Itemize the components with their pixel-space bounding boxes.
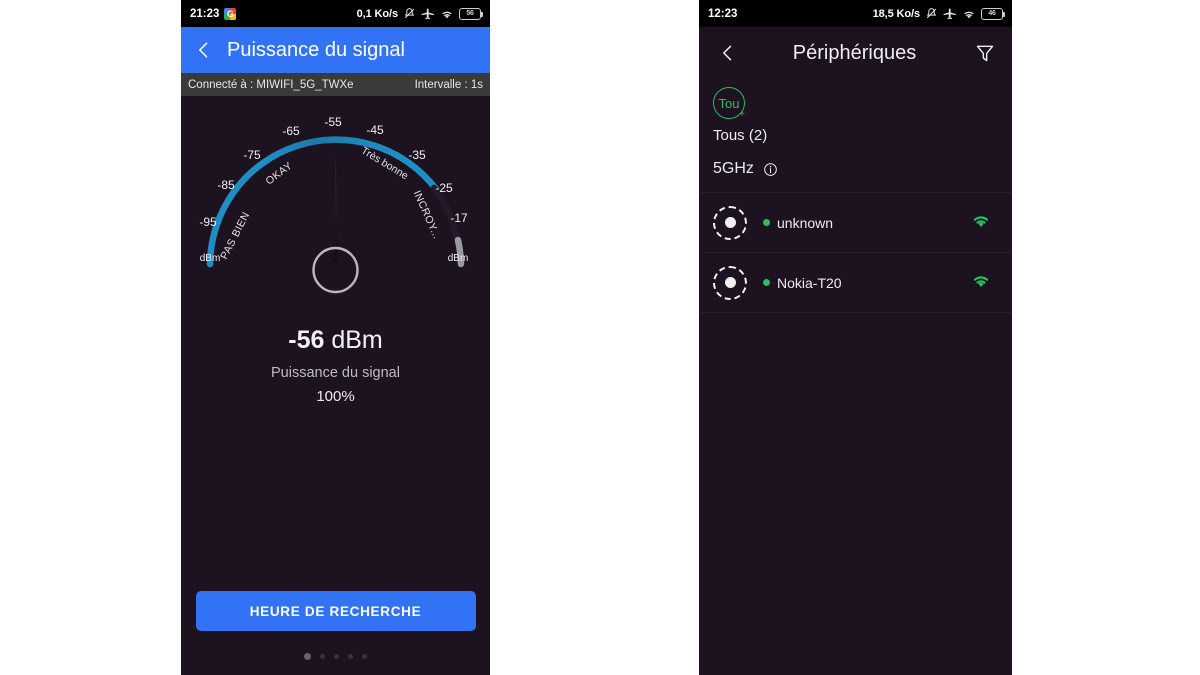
status-bar-data-rate: 18,5 Ko/s [872,7,921,20]
battery-icon: 46 [981,7,1006,20]
status-badge [763,219,770,226]
filter-chip-all[interactable]: Tou [713,87,745,120]
mute-icon [403,7,416,20]
svg-text:-85: -85 [217,178,235,192]
band-label: 5GHz [713,160,754,177]
search-time-button[interactable]: HEURE DE RECHERCHE [195,591,476,631]
page-title: Périphériques [792,41,917,64]
battery-level: 46 [988,10,996,17]
svg-text:-75: -75 [243,148,261,162]
right-app-bar: Périphériques [699,27,1012,79]
page-title: Puissance du signal [227,38,405,61]
device-name: unknown [777,214,834,231]
device-name: Nokia-T20 [777,274,842,291]
table-row[interactable]: unknown [699,193,1012,253]
device-avatar-icon [713,265,747,300]
airplane-mode-icon [421,7,435,21]
band-section-header: 5GHz [699,144,1012,193]
signal-percent: 100% [316,388,355,405]
right-status-bar: 12:23 18,5 Ko/s 46 [699,0,1012,27]
signal-readout: -56 dBm Puissance du signal 100% [181,326,490,405]
battery-icon: 56 [459,7,484,20]
interval-label: Intervalle : 1s [414,78,483,91]
connected-network-label: Connecté à : MIWIFI_5G_TWXe [188,78,354,91]
status-bar-time: 21:23 [190,7,220,20]
google-g-icon [224,7,237,20]
svg-text:-25: -25 [435,181,453,195]
status-badge [763,279,770,286]
filter-icon [976,45,994,62]
connection-info-bar: Connecté à : MIWIFI_5G_TWXe Intervalle :… [181,73,490,96]
left-phone-panel: 21:23 0,1 Ko/s 56 [181,0,490,675]
gauge-zone-label-0: PAS BIEN [218,210,252,261]
gauge-unit-right: dBm [448,253,469,264]
svg-text:-95: -95 [199,215,217,229]
svg-text:-65: -65 [282,124,300,138]
svg-text:-17: -17 [450,211,468,225]
filter-button[interactable] [972,40,998,66]
gauge-zone-label-1: OKAY [263,160,295,188]
signal-value-row: -56 dBm [181,326,490,355]
page-indicator[interactable] [181,653,490,660]
svg-text:-35: -35 [408,148,426,162]
gauge-svg: -95 -85 -75 -65 -55 -45 -35 -25 -17 dBm … [199,115,469,294]
filter-chip-icon-text: Tou [718,95,740,111]
filter-chip-label: Tous (2) [713,127,768,144]
left-app-bar: Puissance du signal [181,27,490,73]
svg-text:-45: -45 [366,123,384,137]
gauge-needle [333,151,339,262]
info-icon[interactable] [763,162,778,177]
svg-text:-55: -55 [324,115,342,129]
page-dot-5[interactable] [362,654,367,659]
page-dot-1[interactable] [304,653,311,660]
left-status-bar: 21:23 0,1 Ko/s 56 [181,0,490,27]
filter-chip-row: Tou Tous (2) [699,79,1012,144]
battery-level: 56 [466,10,474,17]
page-dot-4[interactable] [348,654,353,659]
back-chevron-icon [723,45,732,61]
status-bar-time: 12:23 [708,7,738,20]
back-button[interactable] [189,35,219,65]
signal-caption: Puissance du signal [271,365,400,381]
right-phone-panel: 12:23 18,5 Ko/s 46 Périphériques Tou + T… [699,0,1012,675]
wifi-icon [970,212,992,234]
mute-icon [925,7,938,20]
signal-unit: dBm [331,326,383,354]
page-dot-3[interactable] [334,654,339,659]
cta-area: HEURE DE RECHERCHE [181,591,490,631]
page-dot-2[interactable] [320,654,325,659]
wifi-icon [962,8,976,20]
airplane-mode-icon [943,7,957,21]
device-avatar-icon [713,205,747,240]
back-chevron-icon [199,42,208,58]
screenshot-stage: 21:23 0,1 Ko/s 56 [0,0,1200,675]
gauge-unit-left: dBm [200,253,221,264]
wifi-icon [970,272,992,294]
wifi-icon [440,8,454,20]
status-bar-data-rate: 0,1 Ko/s [356,7,398,20]
table-row[interactable]: Nokia-T20 [699,253,1012,313]
signal-gauge: -95 -85 -75 -65 -55 -45 -35 -25 -17 dBm … [181,104,490,304]
signal-value: -56 [288,326,325,354]
